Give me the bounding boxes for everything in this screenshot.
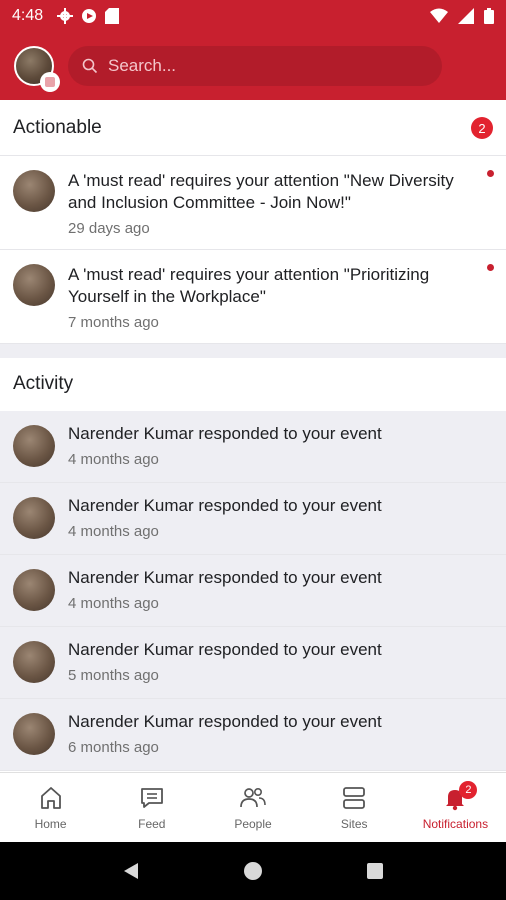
activity-item[interactable]: Narender Kumar responded to your event 4… — [0, 483, 506, 555]
unread-dot-icon — [487, 264, 494, 271]
play-protect-icon — [82, 9, 97, 23]
profile-avatar[interactable] — [14, 46, 60, 92]
sites-icon — [343, 786, 366, 809]
nav-home[interactable]: Home — [0, 773, 101, 842]
actionable-header: Actionable 2 — [0, 100, 506, 156]
system-nav-bar — [0, 842, 506, 900]
activity-item[interactable]: Narender Kumar responded to your event 5… — [0, 627, 506, 699]
app-bar: Search... — [0, 32, 506, 100]
actionable-item[interactable]: A 'must read' requires your attention "P… — [0, 250, 506, 344]
status-time: 4:48 — [12, 7, 44, 24]
settings-icon — [57, 8, 74, 24]
battery-icon — [484, 8, 494, 24]
nav-sites[interactable]: Sites — [304, 773, 405, 842]
avatar — [13, 264, 55, 306]
actionable-title: Actionable — [13, 117, 102, 138]
notification-text: Narender Kumar responded to your event — [68, 424, 382, 443]
notification-text: Narender Kumar responded to your event — [68, 712, 382, 731]
bottom-nav: Home Feed People Sites 2 Notifications — [0, 772, 506, 842]
notification-text: Narender Kumar responded to your event — [68, 640, 382, 659]
activity-title: Activity — [13, 373, 74, 394]
feed-icon — [140, 787, 163, 808]
activity-item[interactable]: Narender Kumar responded to your event 4… — [0, 411, 506, 483]
nav-sites-label: Sites — [340, 816, 368, 831]
avatar — [13, 641, 55, 683]
notification-text: Narender Kumar responded to your event — [68, 568, 382, 587]
notification-time: 4 months ago — [68, 595, 159, 612]
people-icon — [240, 787, 266, 807]
notification-time: 4 months ago — [68, 523, 159, 540]
search-input[interactable]: Search... — [68, 46, 442, 86]
avatar — [13, 569, 55, 611]
activity-item[interactable]: Narender Kumar responded to your event 6… — [0, 699, 506, 771]
nav-people-label: People — [234, 816, 272, 831]
status-indicator-icon — [40, 72, 60, 92]
activity-header: Activity — [0, 358, 506, 410]
back-icon[interactable] — [120, 860, 142, 882]
avatar — [13, 170, 55, 212]
avatar — [13, 425, 55, 467]
notification-text: A 'must read' requires your attention "P… — [68, 265, 430, 306]
search-placeholder: Search... — [108, 56, 177, 75]
notification-time: 5 months ago — [68, 667, 159, 684]
nav-notifications[interactable]: 2 Notifications — [405, 773, 506, 842]
nav-notifications-label: Notifications — [422, 816, 489, 831]
notification-time: 6 months ago — [68, 739, 159, 756]
nav-feed-label: Feed — [138, 816, 166, 831]
search-icon — [82, 58, 98, 74]
unread-dot-icon — [487, 170, 494, 177]
notifications-count-badge: 2 — [459, 781, 478, 799]
wifi-icon — [430, 8, 448, 23]
avatar — [13, 713, 55, 755]
section-divider — [0, 344, 506, 358]
nav-people[interactable]: People — [202, 773, 303, 842]
notification-time: 29 days ago — [68, 220, 150, 237]
home-button-icon[interactable] — [242, 860, 264, 882]
status-bar: 4:48 — [0, 0, 506, 32]
home-icon — [40, 786, 61, 809]
recents-icon[interactable] — [364, 860, 386, 882]
notification-text: Narender Kumar responded to your event — [68, 496, 382, 515]
actionable-item[interactable]: A 'must read' requires your attention "N… — [0, 156, 506, 250]
notification-time: 4 months ago — [68, 451, 159, 468]
nav-feed[interactable]: Feed — [101, 773, 202, 842]
actionable-count-badge: 2 — [471, 117, 493, 139]
nav-home-label: Home — [34, 816, 67, 831]
signal-icon — [458, 8, 474, 24]
notification-time: 7 months ago — [68, 314, 159, 331]
notification-text: A 'must read' requires your attention "N… — [68, 171, 454, 212]
avatar — [13, 497, 55, 539]
activity-item[interactable]: Narender Kumar responded to your event 4… — [0, 555, 506, 627]
sd-card-icon — [105, 8, 120, 24]
